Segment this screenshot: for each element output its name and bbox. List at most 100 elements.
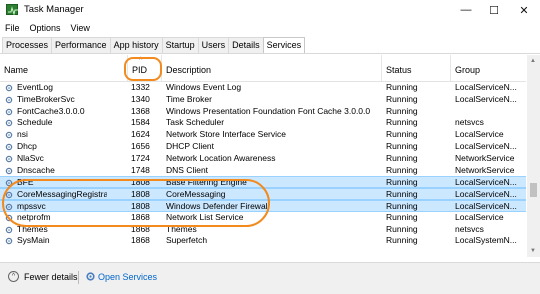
tab-app-history[interactable]: App history	[109, 37, 163, 53]
menu-options[interactable]: Options	[25, 21, 66, 35]
service-status: Running	[386, 164, 418, 175]
footer-bar: ^ Fewer details Open Services	[0, 262, 540, 294]
service-pid: 1332	[131, 82, 150, 92]
service-description: Windows Event Log	[166, 82, 242, 92]
service-name: Schedule	[17, 117, 53, 128]
service-gear-icon	[5, 238, 13, 245]
service-status: Running	[386, 129, 418, 140]
service-name: NlaSvc	[17, 152, 44, 163]
tab-strip: Processes Performance App history Startu…	[2, 37, 306, 54]
service-status: Running	[386, 235, 418, 246]
service-pid: 1368	[131, 105, 150, 116]
service-name: Dhcp	[17, 140, 37, 151]
footer-separator	[78, 271, 79, 284]
window-title: Task Manager	[24, 4, 84, 15]
scroll-up-icon[interactable]: ▲	[530, 58, 536, 64]
service-gear-icon	[5, 108, 13, 115]
service-status: Running	[386, 152, 418, 163]
task-manager-icon	[6, 4, 18, 16]
table-row[interactable]: NlaSvc 1724 Network Location Awareness Runn…	[0, 153, 526, 165]
service-status: Running	[386, 105, 418, 116]
service-pid: 1656	[131, 140, 150, 151]
service-description: Task Scheduler	[166, 117, 225, 128]
service-description: DHCP Client	[166, 140, 215, 151]
service-name: Dnscache	[17, 164, 55, 175]
services-list: EventLog 1332 Windows Event Log Running Loca…	[0, 82, 526, 257]
service-pid: 1748	[131, 164, 150, 175]
tab-startup[interactable]: Startup	[161, 37, 199, 53]
table-row[interactable]: Schedule 1584 Task Scheduler Running netsvcs	[0, 117, 526, 129]
title-bar: Task Manager — ☐ ✕	[0, 0, 540, 20]
scroll-down-icon[interactable]: ▼	[530, 248, 536, 254]
service-description: Network Store Interface Service	[166, 129, 286, 140]
open-services-link[interactable]: Open Services	[98, 272, 157, 282]
table-row[interactable]: FontCache3.0.0.0 1368 Windows Presentation…	[0, 106, 526, 118]
vertical-scrollbar[interactable]: ▲ ▼	[527, 55, 540, 257]
service-name: EventLog	[17, 82, 53, 92]
service-status: Running	[386, 140, 418, 151]
service-gear-icon	[5, 96, 13, 104]
service-gear-icon	[5, 84, 13, 92]
service-gear-icon	[5, 131, 13, 139]
selected-rows-highlight	[2, 179, 270, 227]
table-row[interactable]: Dhcp 1656 DHCP Client Running LocalServiceN.…	[0, 141, 526, 153]
maximize-button[interactable]: ☐	[480, 0, 508, 20]
service-group: LocalService	[455, 211, 504, 222]
service-status: Running	[386, 223, 418, 234]
service-gear-icon	[5, 226, 13, 233]
service-status: Running	[386, 117, 418, 128]
service-pid: 1724	[131, 152, 150, 163]
table-row[interactable]: Dnscache 1748 DNS Client Running NetworkServ…	[0, 165, 526, 177]
fewer-details-link[interactable]: Fewer details	[24, 272, 78, 282]
service-gear-icon	[5, 143, 13, 151]
service-gear-icon	[5, 167, 13, 174]
service-group: LocalServiceN...	[455, 140, 517, 151]
table-header: Name PID Description Status Group	[0, 55, 526, 82]
services-gear-icon[interactable]	[85, 271, 96, 284]
service-group: NetworkService	[455, 152, 515, 163]
service-group: LocalServiceN...	[455, 93, 517, 104]
service-description: Superfetch	[166, 235, 208, 246]
scroll-thumb[interactable]	[530, 183, 537, 197]
service-name: FontCache3.0.0.0	[17, 105, 85, 116]
service-status: Running	[386, 211, 418, 222]
table-row[interactable]: SysMain 1868 Superfetch Running LocalSystemN…	[0, 235, 526, 247]
service-name: nsi	[17, 129, 28, 140]
service-description: Time Broker	[166, 93, 212, 104]
close-button[interactable]: ✕	[510, 0, 538, 20]
tab-divider	[0, 53, 540, 54]
minimize-button[interactable]: —	[452, 0, 480, 20]
service-description: Network Location Awareness	[166, 152, 276, 163]
chevron-up-icon[interactable]: ^	[8, 271, 19, 282]
service-group: NetworkService	[455, 164, 515, 175]
tab-processes[interactable]: Processes	[2, 37, 53, 53]
table-row[interactable]: EventLog 1332 Windows Event Log Running Loca…	[0, 82, 526, 94]
service-gear-icon	[5, 120, 13, 127]
service-group: netsvcs	[455, 117, 484, 128]
service-name: SysMain	[17, 235, 50, 246]
menu-file[interactable]: File	[0, 21, 25, 35]
service-description: DNS Client	[166, 164, 209, 175]
service-pid: 1584	[131, 117, 150, 128]
tab-users[interactable]: Users	[197, 37, 230, 53]
service-group: LocalServiceN...	[455, 82, 517, 92]
table-row[interactable]: nsi 1624 Network Store Interface Service Ru…	[0, 129, 526, 141]
menu-view[interactable]: View	[66, 21, 95, 35]
tab-performance[interactable]: Performance	[51, 37, 111, 53]
column-description[interactable]: Description	[162, 55, 382, 81]
tab-details[interactable]: Details	[228, 37, 264, 53]
service-pid: 1624	[131, 129, 150, 140]
service-description: Windows Presentation Foundation Font Cac…	[166, 105, 371, 116]
service-status: Running	[386, 82, 418, 92]
table-row[interactable]: TimeBrokerSvc 1340 Time Broker Running Local…	[0, 94, 526, 106]
column-name[interactable]: Name	[0, 55, 128, 81]
service-name: TimeBrokerSvc	[17, 93, 75, 104]
column-status[interactable]: Status	[382, 55, 451, 81]
service-pid: 1340	[131, 93, 150, 104]
service-gear-icon	[5, 155, 13, 163]
menu-bar: File Options View	[0, 21, 95, 35]
service-status: Running	[386, 93, 418, 104]
service-group: LocalSystemN...	[455, 235, 517, 246]
column-group[interactable]: Group	[451, 55, 526, 81]
tab-services[interactable]: Services	[262, 37, 306, 54]
